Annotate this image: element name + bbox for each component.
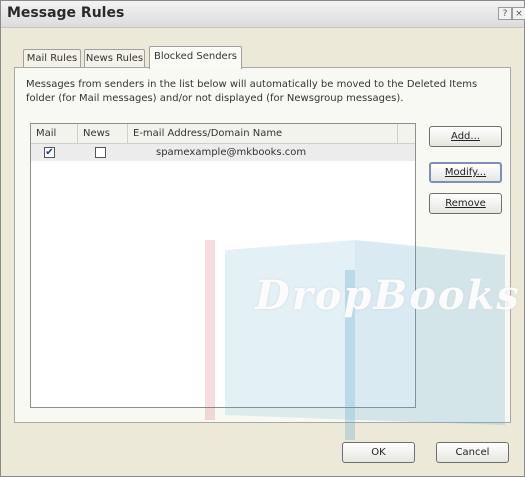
tab-blocked-senders[interactable]: Blocked Senders — [149, 46, 242, 69]
ok-button[interactable]: OK — [342, 442, 415, 463]
description-text: Messages from senders in the list below … — [26, 79, 478, 104]
add-label: Add... — [451, 131, 480, 142]
address-cell: spamexample@mkbooks.com — [156, 147, 307, 158]
modify-button[interactable]: Modify... — [429, 162, 502, 183]
title-bar: Message Rules ? × — [1, 1, 525, 28]
remove-label: Remove — [445, 198, 486, 209]
tab-news-rules[interactable]: News Rules — [84, 49, 145, 68]
window-title: Message Rules — [7, 5, 125, 21]
tab-mail-rules[interactable]: Mail Rules — [23, 49, 81, 68]
column-header-news[interactable]: News — [78, 124, 128, 143]
column-header-address[interactable]: E-mail Address/Domain Name — [128, 124, 398, 143]
mail-checkbox[interactable]: ✔ — [44, 147, 55, 158]
cancel-button[interactable]: Cancel — [436, 442, 509, 463]
list-header: Mail News E-mail Address/Domain Name — [31, 124, 415, 144]
help-button[interactable]: ? — [498, 7, 512, 20]
modify-label: Modify... — [444, 167, 487, 178]
list-item[interactable]: ✔ spamexample@mkbooks.com — [31, 144, 415, 161]
blocked-senders-list[interactable]: Mail News E-mail Address/Domain Name ✔ s… — [30, 123, 416, 408]
blocked-senders-panel: Messages from senders in the list below … — [14, 67, 511, 423]
message-rules-window: Message Rules ? × Mail Rules News Rules … — [0, 0, 525, 477]
column-header-mail[interactable]: Mail — [31, 124, 78, 143]
close-button[interactable]: × — [512, 7, 525, 20]
news-checkbox[interactable] — [95, 147, 106, 158]
add-button[interactable]: Add... — [429, 126, 502, 147]
remove-button[interactable]: Remove — [429, 193, 502, 214]
